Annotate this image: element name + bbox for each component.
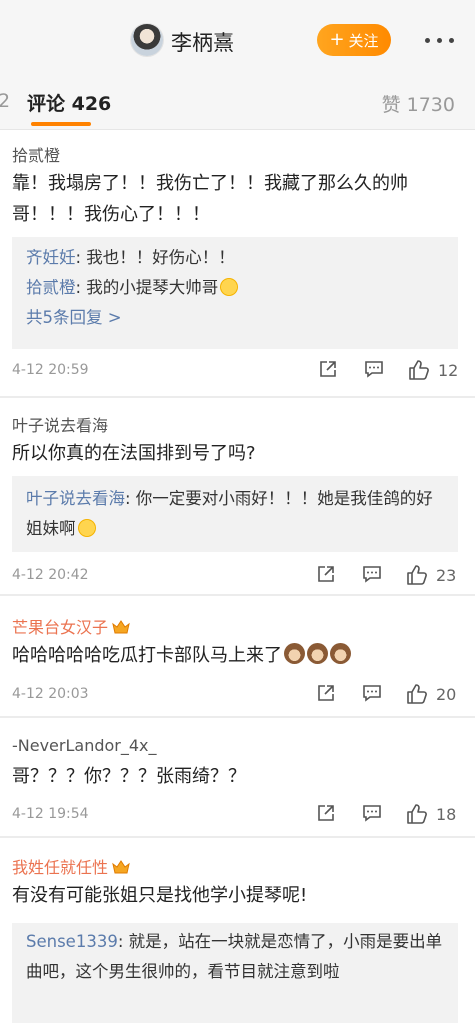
comment-item: -NeverLandor_4x_ 哥？？？你？？？张雨绮？？ 4-12 19:5… bbox=[0, 718, 475, 836]
view-more-replies-link[interactable]: 共5条回复 > bbox=[26, 303, 444, 333]
comment-text: 所以你真的在法国排到号了吗? bbox=[12, 443, 256, 464]
reply-author[interactable]: Sense1339 bbox=[26, 932, 118, 951]
like-icon[interactable] bbox=[406, 683, 428, 705]
comment-icon[interactable] bbox=[362, 564, 382, 584]
comment-text: 靠！我塌房了！！我伤亡了！！我藏了那么久的帅哥！！！我伤心了！！！ bbox=[12, 173, 408, 225]
vip-crown-icon bbox=[112, 860, 130, 874]
comment-item: 叶子说去看海 所以你真的在法国排到号了吗? 叶子说去看海: 你一定要对小雨好！！… bbox=[0, 398, 475, 594]
comment-time: 4-12 19:54 bbox=[12, 806, 89, 822]
crying-emoji-icon bbox=[77, 519, 96, 537]
vip-crown-icon bbox=[112, 620, 130, 634]
comment-item: 拾贰橙 靠！我塌房了！！我伤亡了！！我藏了那么久的帅哥！！！我伤心了！！！ 齐妊… bbox=[0, 130, 475, 396]
like-icon[interactable] bbox=[406, 803, 428, 825]
comment-time: 4-12 20:03 bbox=[12, 686, 89, 702]
monkey-emoji-icon bbox=[284, 643, 305, 664]
avatar[interactable] bbox=[131, 24, 163, 56]
share-icon[interactable] bbox=[316, 564, 336, 584]
comment-icon[interactable] bbox=[364, 359, 384, 379]
crying-emoji-icon bbox=[220, 278, 239, 296]
reply-author[interactable]: 叶子说去看海 bbox=[26, 489, 125, 508]
tab-comments[interactable]: 评论 426 bbox=[27, 89, 111, 116]
comment-text: 有没有可能张姐只是找他学小提琴呢! bbox=[12, 885, 308, 906]
reply-box[interactable]: 叶子说去看海: 你一定要对小雨好！！！她是我佳鸽的好姐妹啊 bbox=[12, 476, 458, 552]
comment-text: 哈哈哈哈哈吃瓜打卡部队马上来了 bbox=[12, 640, 462, 671]
username[interactable]: 李柄熹 bbox=[171, 27, 234, 57]
like-count: 23 bbox=[436, 566, 457, 585]
comment-text: 哥？？？你？？？张雨绮？？ bbox=[12, 766, 246, 787]
like-count: 18 bbox=[436, 805, 457, 824]
reply-line: Sense1339: 就是，站在一块就是恋情了，小雨是要出单曲吧，这个男生很帅的… bbox=[26, 927, 444, 987]
reply-text: : 我的小提琴大帅哥 bbox=[75, 278, 219, 297]
comment-author[interactable]: -NeverLandor_4x_ bbox=[12, 736, 157, 755]
comment-author[interactable]: 芒果台女汉子 bbox=[12, 614, 130, 638]
comment-author[interactable]: 叶子说去看海 bbox=[12, 412, 108, 436]
follow-label: 关注 bbox=[348, 31, 379, 50]
comment-footer: 4-12 20:03 20 bbox=[0, 683, 475, 709]
reply-box[interactable]: Sense1339: 就是，站在一块就是恋情了，小雨是要出单曲吧，这个男生很帅的… bbox=[12, 923, 458, 1023]
reply-line: 齐妊妊: 我也！！好伤心！！ bbox=[26, 243, 444, 273]
comment-author[interactable]: 我姓任就任性 bbox=[12, 854, 130, 878]
comment-item: 芒果台女汉子 哈哈哈哈哈吃瓜打卡部队马上来了 4-12 20:03 20 bbox=[0, 596, 475, 716]
like-count: 12 bbox=[438, 361, 459, 380]
reply-box[interactable]: 齐妊妊: 我也！！好伤心！！ 拾贰橙: 我的小提琴大帅哥 共5条回复 > bbox=[12, 237, 458, 349]
monkey-emoji-icon bbox=[307, 643, 328, 664]
comment-footer: 4-12 19:54 18 bbox=[0, 803, 475, 829]
more-options-icon[interactable] bbox=[425, 38, 454, 43]
reply-author[interactable]: 拾贰橙 bbox=[26, 278, 76, 297]
active-tab-indicator bbox=[31, 122, 91, 126]
share-icon[interactable] bbox=[316, 803, 336, 823]
comment-icon[interactable] bbox=[362, 683, 382, 703]
reply-text: : 我也！！好伤心！！ bbox=[75, 248, 235, 267]
reply-line: 叶子说去看海: 你一定要对小雨好！！！她是我佳鸽的好姐妹啊 bbox=[26, 484, 444, 544]
follow-button[interactable]: + 关注 bbox=[317, 24, 391, 56]
comment-author[interactable]: 拾贰橙 bbox=[12, 142, 60, 166]
comment-footer: 4-12 20:59 12 bbox=[0, 359, 475, 385]
like-count: 20 bbox=[436, 685, 457, 704]
like-icon[interactable] bbox=[408, 359, 430, 381]
reply-author[interactable]: 齐妊妊 bbox=[26, 248, 76, 267]
tab-bar: 2 评论 426 赞 1730 bbox=[0, 72, 475, 130]
comment-icon[interactable] bbox=[362, 803, 382, 823]
tab-likes[interactable]: 赞 1730 bbox=[382, 90, 455, 117]
comment-item: 我姓任就任性 有没有可能张姐只是找他学小提琴呢! Sense1339: 就是，站… bbox=[0, 838, 475, 1023]
comment-footer: 4-12 20:42 23 bbox=[0, 564, 475, 590]
comment-time: 4-12 20:59 bbox=[12, 362, 89, 378]
comment-time: 4-12 20:42 bbox=[12, 567, 89, 583]
like-icon[interactable] bbox=[406, 564, 428, 586]
share-icon[interactable] bbox=[318, 359, 338, 379]
top-bar: 李柄熹 + 关注 bbox=[0, 0, 475, 72]
plus-icon: + bbox=[329, 29, 345, 50]
monkey-emoji-icon bbox=[330, 643, 351, 664]
reply-line: 拾贰橙: 我的小提琴大帅哥 bbox=[26, 273, 444, 303]
tab-reposts[interactable]: 2 bbox=[0, 90, 10, 112]
share-icon[interactable] bbox=[316, 683, 336, 703]
